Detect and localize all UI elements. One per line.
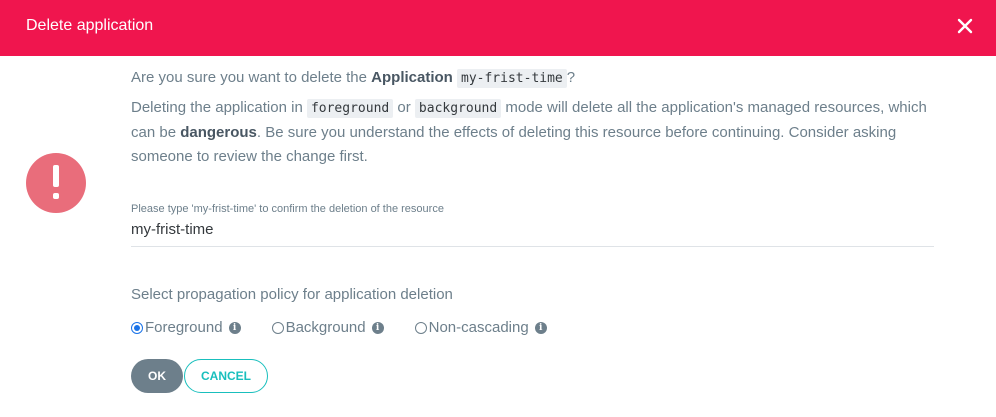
cancel-button[interactable]: CANCEL (184, 359, 268, 393)
radio-foreground[interactable]: Foreground i (131, 319, 241, 336)
radio-circle[interactable] (131, 321, 143, 334)
info-icon[interactable]: i (534, 321, 547, 334)
propagation-label: Select propagation policy for applicatio… (131, 286, 453, 303)
radio-label: Non-cascading (428, 319, 529, 336)
exclamation-icon (26, 153, 86, 213)
propagation-options: Foreground i Background i Non-cascading … (131, 319, 578, 336)
desc-text: Deleting the application in (131, 99, 307, 116)
radio-non-cascading[interactable]: Non-cascading i (414, 319, 547, 336)
confirm-field-label: Please type 'my-frist-time' to confirm t… (131, 203, 444, 215)
info-icon[interactable]: i (371, 321, 384, 334)
desc-text: or (393, 99, 415, 116)
confirm-field: Please type 'my-frist-time' to confirm t… (131, 203, 934, 247)
radio-label: Background (285, 319, 366, 336)
question-entity: Application (371, 69, 453, 86)
foreground-code: foreground (306, 99, 394, 118)
deletion-warning: Deleting the application in foreground o… (131, 96, 931, 169)
question-prefix: Are you sure you want to delete the (131, 69, 372, 86)
radio-circle[interactable] (414, 321, 427, 334)
info-icon[interactable]: i (228, 321, 241, 334)
dialog-header: Delete application (0, 0, 996, 56)
confirm-input[interactable] (131, 215, 934, 247)
close-button[interactable] (956, 16, 974, 36)
radio-circle[interactable] (271, 321, 284, 334)
background-code: background (414, 99, 502, 118)
close-icon (957, 18, 973, 34)
ok-button[interactable]: OK (131, 359, 183, 393)
radio-label: Foreground (145, 319, 223, 336)
radio-background[interactable]: Background i (271, 319, 384, 336)
dialog-title: Delete application (26, 17, 154, 34)
dialog-content: Are you sure you want to delete the Appl… (131, 66, 931, 169)
question-suffix: ? (566, 69, 576, 86)
dangerous-text: dangerous (180, 124, 257, 141)
app-name-code: my-frist-time (457, 69, 567, 88)
confirmation-question: Are you sure you want to delete the Appl… (131, 66, 931, 91)
